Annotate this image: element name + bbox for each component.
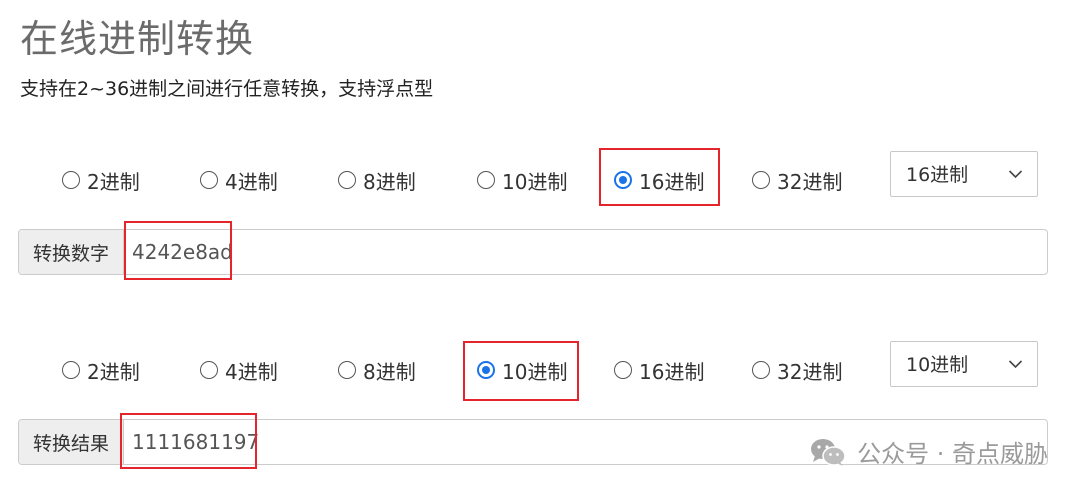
page-title: 在线进制转换 <box>20 17 255 61</box>
radio-button[interactable] <box>62 171 80 189</box>
radio-button[interactable] <box>752 171 770 189</box>
radio-label: 2进制 <box>87 169 140 194</box>
radio-button[interactable] <box>62 361 80 379</box>
input-radix-32[interactable]: 32进制 <box>752 162 842 198</box>
output-radix-10[interactable]: 10进制 <box>477 352 567 388</box>
radio-button[interactable] <box>200 361 218 379</box>
watermark: 公众号 · 奇点威胁 <box>809 434 1048 469</box>
output-radix-2[interactable]: 2进制 <box>62 352 140 388</box>
wechat-icon <box>811 438 846 466</box>
radio-label: 4进制 <box>225 359 278 384</box>
radio-label: 8进制 <box>363 359 416 384</box>
page-subtitle: 支持在2~36进制之间进行任意转换，支持浮点型 <box>20 78 434 100</box>
radio-label: 8进制 <box>363 169 416 194</box>
output-radix-16[interactable]: 16进制 <box>614 352 704 388</box>
radio-button[interactable] <box>614 361 632 379</box>
convert-number-label: 转换数字 <box>19 230 124 274</box>
radio-button[interactable] <box>752 361 770 379</box>
radio-label: 10进制 <box>502 359 568 384</box>
radio-button[interactable] <box>338 171 356 189</box>
radio-button[interactable] <box>338 361 356 379</box>
input-radix-8[interactable]: 8进制 <box>338 162 416 198</box>
input-radix-10[interactable]: 10进制 <box>477 162 567 198</box>
radio-label: 16进制 <box>639 169 705 194</box>
convert-number-group: 转换数字 4242e8ad <box>18 229 1048 275</box>
radio-label: 2进制 <box>87 359 140 384</box>
watermark-text: 公众号 · 奇点威胁 <box>857 440 1048 468</box>
output-radix-8[interactable]: 8进制 <box>338 352 416 388</box>
radio-label: 32进制 <box>777 169 843 194</box>
output-radix-32[interactable]: 32进制 <box>752 352 842 388</box>
input-radix-4[interactable]: 4进制 <box>200 162 278 198</box>
radio-button-checked[interactable] <box>477 361 495 379</box>
radio-label: 4进制 <box>225 169 278 194</box>
convert-number-input[interactable]: 4242e8ad <box>124 230 1047 274</box>
radio-button[interactable] <box>477 171 495 189</box>
radio-label: 16进制 <box>639 359 705 384</box>
convert-result-label: 转换结果 <box>19 420 124 464</box>
input-radix-select[interactable]: 16进制 <box>890 151 1038 197</box>
select-value: 10进制 <box>906 353 969 376</box>
radio-label: 10进制 <box>502 169 568 194</box>
input-radix-2[interactable]: 2进制 <box>62 162 140 198</box>
radio-label: 32进制 <box>777 359 843 384</box>
output-radix-select[interactable]: 10进制 <box>890 341 1038 387</box>
chevron-down-icon <box>1008 360 1023 369</box>
select-value: 16进制 <box>906 163 969 186</box>
chevron-down-icon <box>1008 170 1023 179</box>
output-radix-4[interactable]: 4进制 <box>200 352 278 388</box>
input-radix-16[interactable]: 16进制 <box>614 162 704 198</box>
radio-button[interactable] <box>200 171 218 189</box>
radio-button-checked[interactable] <box>614 171 632 189</box>
